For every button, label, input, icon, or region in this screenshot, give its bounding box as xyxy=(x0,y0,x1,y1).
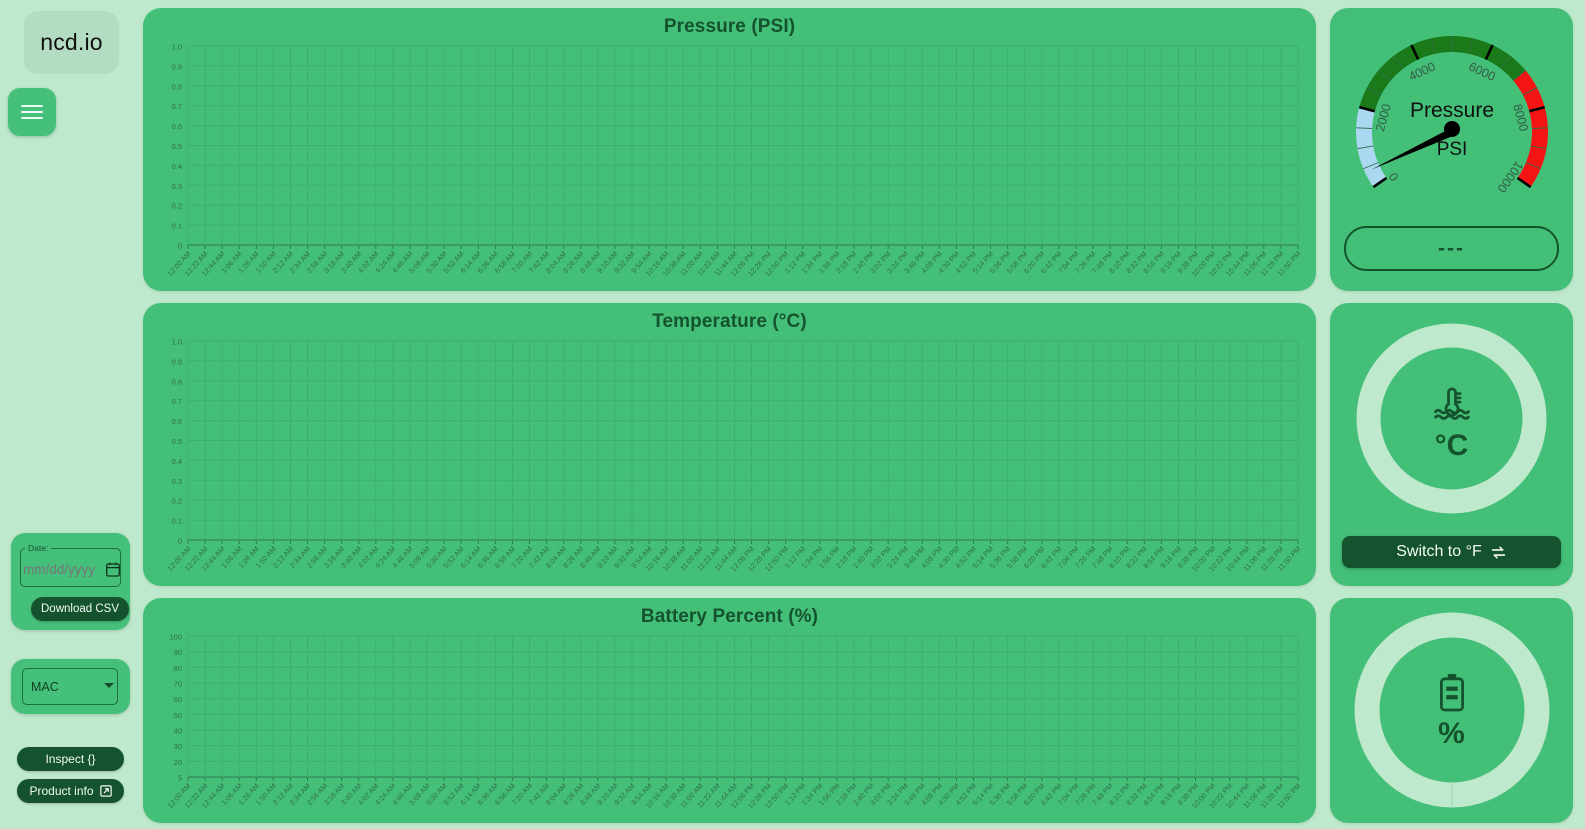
svg-text:70: 70 xyxy=(174,680,182,689)
battery-ring xyxy=(1354,612,1549,808)
svg-text:5: 5 xyxy=(178,774,182,783)
plot-pressure[interactable]: 1.0 0.9 0.8 0.7 0.6 0.5 0.4 0.3 0.2 0.1 0 12:00 AM 1… xyxy=(143,38,1308,291)
brand-logo: ncd.io xyxy=(24,11,119,74)
product-info-button[interactable]: Product info xyxy=(17,779,124,803)
svg-text:2000: 2000 xyxy=(1373,102,1394,133)
svg-text:0.9: 0.9 xyxy=(172,62,182,71)
inspect-button[interactable]: Inspect {} xyxy=(17,747,124,771)
svg-text:0.3: 0.3 xyxy=(172,477,182,486)
right-column: 0 2000 4000 6000 8000 10000 Pressure PSI --- xyxy=(1330,0,1585,829)
svg-text:0.5: 0.5 xyxy=(172,437,182,446)
svg-text:0.6: 0.6 xyxy=(172,417,182,426)
svg-text:0.7: 0.7 xyxy=(172,397,182,406)
battery-panel: % xyxy=(1330,598,1573,823)
switch-unit-button[interactable]: Switch to °F xyxy=(1342,536,1561,568)
battery-ring-container: % xyxy=(1330,598,1573,810)
chart-card-temperature: Temperature (°C) 1.0 0.9 0.8 0.7 0.6 0.5 0.4 0.… xyxy=(143,303,1316,586)
svg-text:8000: 8000 xyxy=(1510,102,1531,133)
plot-temperature[interactable]: 1.0 0.9 0.8 0.7 0.6 0.5 0.4 0.3 0.2 0.1 0 12:00 AM 1… xyxy=(143,333,1308,586)
external-link-icon xyxy=(99,785,112,797)
svg-text:80: 80 xyxy=(174,664,182,673)
svg-text:0.4: 0.4 xyxy=(172,162,182,171)
svg-text:40: 40 xyxy=(174,727,182,736)
swap-icon xyxy=(1491,545,1505,559)
svg-text:0.1: 0.1 xyxy=(172,222,182,231)
temperature-ring-container: °C xyxy=(1330,303,1573,516)
svg-text:0.5: 0.5 xyxy=(172,142,182,151)
svg-text:60: 60 xyxy=(174,695,182,704)
calendar-icon[interactable] xyxy=(106,562,120,577)
switch-unit-label: Switch to °F xyxy=(1396,543,1482,560)
svg-text:0: 0 xyxy=(1386,170,1401,184)
inspect-label: Inspect {} xyxy=(45,752,96,766)
chart-title-pressure: Pressure (PSI) xyxy=(663,16,796,37)
svg-text:Pressure: Pressure xyxy=(1409,99,1493,122)
svg-text:0.8: 0.8 xyxy=(172,82,182,91)
pressure-gauge-panel: 0 2000 4000 6000 8000 10000 Pressure PSI --- xyxy=(1330,8,1573,291)
charts-column: Pressure (PSI) 1.0 0.9 0.8 0.7 0.6 0.5 0.4 0.3 0… xyxy=(143,0,1330,829)
svg-text:50: 50 xyxy=(174,711,182,720)
sidebar: ncd.io Date: Download CSV MAC xyxy=(0,0,143,829)
chart-title-temperature: Temperature (°C) xyxy=(652,311,807,332)
hamburger-bars xyxy=(21,101,43,123)
hamburger-icon[interactable] xyxy=(8,88,56,136)
svg-text:0.8: 0.8 xyxy=(172,377,182,386)
gauge-container: 0 2000 4000 6000 8000 10000 Pressure PSI xyxy=(1330,8,1573,224)
brand-logo-text: ncd.io xyxy=(40,29,103,55)
pressure-gauge: 020004000 6000800010000PressurePSI xyxy=(1355,35,1548,195)
date-card: Date: Download CSV xyxy=(11,533,130,630)
temperature-panel: °C Switch to °F xyxy=(1330,303,1573,586)
svg-text:PSI: PSI xyxy=(1436,139,1467,160)
svg-text:0: 0 xyxy=(178,242,182,251)
svg-text:90: 90 xyxy=(174,648,182,657)
svg-text:0.7: 0.7 xyxy=(172,102,182,111)
chart-title-battery: Battery Percent (%) xyxy=(640,606,819,627)
pressure-readout: --- xyxy=(1344,226,1559,271)
svg-text:0.2: 0.2 xyxy=(172,202,182,211)
chart-card-pressure: Pressure (PSI) 1.0 0.9 0.8 0.7 0.6 0.5 0.4 0.3 0… xyxy=(143,8,1316,291)
download-csv-button[interactable]: Download CSV xyxy=(31,597,129,621)
mac-select[interactable]: MAC xyxy=(22,668,118,705)
svg-text:100: 100 xyxy=(169,633,182,642)
svg-text:0.4: 0.4 xyxy=(172,457,182,466)
app-root: ncd.io Date: Download CSV MAC xyxy=(0,0,1585,829)
plot-battery[interactable]: 100 90 80 70 60 50 40 30 20 5 12:00 AM 12:22 AM 12:4… xyxy=(143,628,1308,823)
svg-text:0.6: 0.6 xyxy=(172,122,182,131)
date-label: Date: xyxy=(28,543,49,553)
temperature-ring xyxy=(1356,323,1547,514)
svg-text:20: 20 xyxy=(174,758,182,767)
svg-text:30: 30 xyxy=(174,742,182,751)
svg-text:0.2: 0.2 xyxy=(172,497,182,506)
svg-text:0.3: 0.3 xyxy=(172,182,182,191)
svg-text:1.0: 1.0 xyxy=(172,43,182,52)
svg-text:0.1: 0.1 xyxy=(172,517,182,526)
product-info-label: Product info xyxy=(29,784,94,798)
mac-card: MAC xyxy=(11,659,130,714)
svg-text:0: 0 xyxy=(178,537,182,546)
svg-text:1.0: 1.0 xyxy=(172,338,182,347)
svg-text:0.9: 0.9 xyxy=(172,357,182,366)
chart-card-battery: Battery Percent (%) 100 90 80 70 60 50 40 30 20 5… xyxy=(143,598,1316,823)
